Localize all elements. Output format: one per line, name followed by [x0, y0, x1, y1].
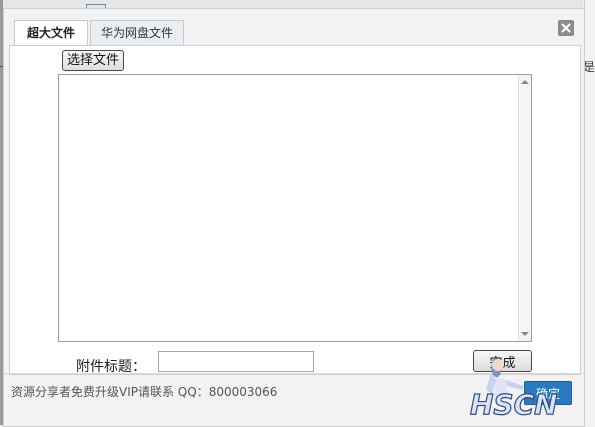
scroll-down-icon[interactable]: [521, 332, 529, 336]
tab-huawei-cloud-file[interactable]: 华为网盘文件: [90, 20, 184, 46]
upload-panel: 选择文件 附件标题： 完成: [9, 45, 581, 375]
tab-large-file[interactable]: 超大文件: [14, 20, 88, 47]
vip-contact-notice: 资源分享者免费升级VIP请联系 QQ：800003066: [11, 385, 278, 399]
file-list-scrollbar[interactable]: [518, 75, 531, 341]
svg-text:HSCN: HSCN: [470, 388, 558, 421]
choose-file-button[interactable]: 选择文件: [62, 50, 124, 71]
close-icon[interactable]: [558, 20, 574, 36]
scroll-up-icon[interactable]: [521, 80, 529, 84]
attachment-title-input[interactable]: [158, 351, 314, 372]
hscn-watermark-logo: HSCN: [469, 358, 558, 422]
file-list-area[interactable]: [58, 74, 532, 342]
